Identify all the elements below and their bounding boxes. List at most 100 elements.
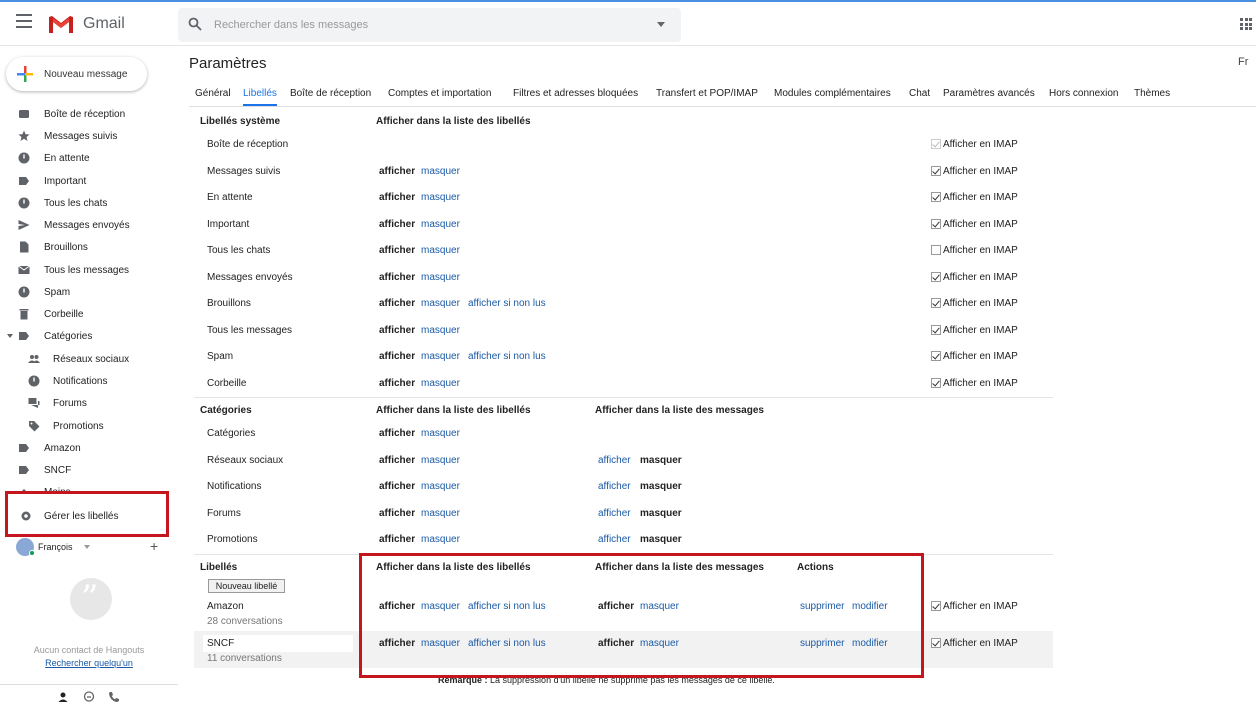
hide-label-link[interactable]: masquer <box>421 166 460 177</box>
section-header-categories: Catégories <box>200 405 252 416</box>
hide-label-link[interactable]: masquer <box>421 192 460 203</box>
tab[interactable]: Modules complémentaires <box>774 88 891 99</box>
sidebar-item[interactable]: Important <box>0 170 172 192</box>
manage-labels-item[interactable]: Gérer les libellés <box>5 491 169 537</box>
sidebar-item[interactable]: Promotions <box>0 415 172 437</box>
chevron-down-icon[interactable] <box>84 545 90 549</box>
gmail-logo-icon[interactable] <box>48 14 74 34</box>
hide-label-link[interactable]: masquer <box>421 272 460 283</box>
label-icon <box>18 330 30 342</box>
show-if-unread-link[interactable]: afficher si non lus <box>468 351 546 362</box>
sidebar-item[interactable]: Notifications <box>0 370 172 392</box>
apps-grid-icon[interactable] <box>1240 18 1252 30</box>
sidebar-item[interactable]: Réseaux sociaux <box>0 348 172 370</box>
hangouts-search-link[interactable]: Rechercher quelqu'un <box>0 658 178 668</box>
tab[interactable]: Paramètres avancés <box>943 88 1035 99</box>
imap-checkbox[interactable] <box>931 351 941 361</box>
manage-labels-label: Gérer les libellés <box>44 511 119 522</box>
trash-icon <box>18 308 30 320</box>
collapse-caret-icon[interactable] <box>7 334 13 338</box>
hangouts-user[interactable]: François + <box>16 537 166 557</box>
imap-checkbox[interactable] <box>931 325 941 335</box>
imap-checkbox[interactable] <box>931 245 941 255</box>
tab[interactable]: Général <box>195 88 231 99</box>
search-icon[interactable] <box>188 17 202 31</box>
language-selector[interactable]: Fr <box>1238 56 1248 68</box>
sidebar-item-label: Forums <box>53 398 87 409</box>
user-label-name[interactable]: Amazon <box>207 601 244 612</box>
tab[interactable]: Comptes et importation <box>388 88 491 99</box>
search-bar[interactable]: Rechercher dans les messages <box>178 8 681 42</box>
imap-checkbox[interactable] <box>931 298 941 308</box>
sidebar-item[interactable]: Messages envoyés <box>0 214 172 236</box>
hide-label-link[interactable]: masquer <box>421 534 460 545</box>
show-label-option: afficher <box>379 378 416 389</box>
phone-icon[interactable] <box>108 691 120 703</box>
sidebar-item[interactable]: Amazon <box>0 437 172 459</box>
new-label-button[interactable]: Nouveau libellé <box>208 579 285 593</box>
sidebar-item[interactable]: Brouillons <box>0 236 172 258</box>
hide-label-link[interactable]: masquer <box>421 428 460 439</box>
sidebar-item[interactable]: SNCF <box>0 459 172 481</box>
add-contact-icon[interactable]: + <box>150 538 158 554</box>
imap-label: Afficher en IMAP <box>943 378 1018 389</box>
tab[interactable]: Boîte de réception <box>290 88 371 99</box>
hide-label-link[interactable]: masquer <box>421 351 460 362</box>
sidebar-item[interactable]: Forums <box>0 392 172 414</box>
show-label-option: afficher <box>379 298 416 309</box>
imap-checkbox[interactable] <box>931 601 941 611</box>
sidebar-item[interactable]: Catégories <box>0 325 172 347</box>
conversation-count: 28 conversations <box>207 616 283 627</box>
tab[interactable]: Hors connexion <box>1049 88 1118 99</box>
info-icon <box>28 375 40 387</box>
search-input[interactable]: Rechercher dans les messages <box>214 19 368 31</box>
system-label-name: Tous les chats <box>207 245 271 256</box>
sidebar-item[interactable]: Boîte de réception <box>0 103 172 125</box>
main-menu-icon[interactable] <box>16 14 32 28</box>
imap-checkbox[interactable] <box>931 638 941 648</box>
tab[interactable]: Thèmes <box>1134 88 1170 99</box>
tab[interactable]: Filtres et adresses bloquées <box>513 88 638 99</box>
sidebar-item-label: Corbeille <box>44 309 84 320</box>
sidebar-item[interactable]: Spam <box>0 281 172 303</box>
show-in-messages-link[interactable]: afficher <box>598 534 631 545</box>
person-icon[interactable] <box>57 691 69 703</box>
hide-label-link[interactable]: masquer <box>421 481 460 492</box>
sidebar-item[interactable]: Corbeille <box>0 303 172 325</box>
search-options-icon[interactable] <box>657 22 665 27</box>
imap-checkbox[interactable] <box>931 192 941 202</box>
sidebar-item[interactable]: En attente <box>0 147 172 169</box>
show-if-unread-link[interactable]: afficher si non lus <box>468 298 546 309</box>
hide-label-link[interactable]: masquer <box>421 378 460 389</box>
hide-label-link[interactable]: masquer <box>421 219 460 230</box>
tab[interactable]: Libellés <box>243 88 277 106</box>
sidebar-item[interactable]: Moins <box>0 481 172 491</box>
compose-button[interactable]: Nouveau message <box>6 57 147 91</box>
app-name[interactable]: Gmail <box>83 15 125 33</box>
hide-label-link[interactable]: masquer <box>421 508 460 519</box>
imap-checkbox[interactable] <box>931 378 941 388</box>
hide-label-link[interactable]: masquer <box>421 298 460 309</box>
tab[interactable]: Chat <box>909 88 930 99</box>
imap-checkbox[interactable] <box>931 272 941 282</box>
sidebar-item[interactable]: Tous les chats <box>0 192 172 214</box>
hangouts-chat-icon[interactable] <box>83 691 95 703</box>
imap-checkbox[interactable] <box>931 166 941 176</box>
sidebar-item[interactable]: Tous les messages <box>0 259 172 281</box>
hide-label-link[interactable]: masquer <box>421 455 460 466</box>
tab[interactable]: Transfert et POP/IMAP <box>656 88 758 99</box>
sidebar-item-label: Notifications <box>53 376 108 387</box>
imap-checkbox[interactable] <box>931 219 941 229</box>
sidebar-item-label: Important <box>44 176 87 187</box>
hide-label-link[interactable]: masquer <box>421 245 460 256</box>
imap-label: Afficher en IMAP <box>943 601 1018 612</box>
sidebar-item[interactable]: Messages suivis <box>0 125 172 147</box>
user-label-name[interactable]: SNCF <box>207 638 234 649</box>
hide-label-link[interactable]: masquer <box>421 325 460 336</box>
show-in-messages-link[interactable]: afficher <box>598 455 631 466</box>
spam-icon <box>18 286 30 298</box>
system-label-name: Boîte de réception <box>207 139 289 150</box>
show-in-messages-link[interactable]: afficher <box>598 508 631 519</box>
show-in-messages-link[interactable]: afficher <box>598 481 631 492</box>
mail-icon <box>18 264 30 276</box>
